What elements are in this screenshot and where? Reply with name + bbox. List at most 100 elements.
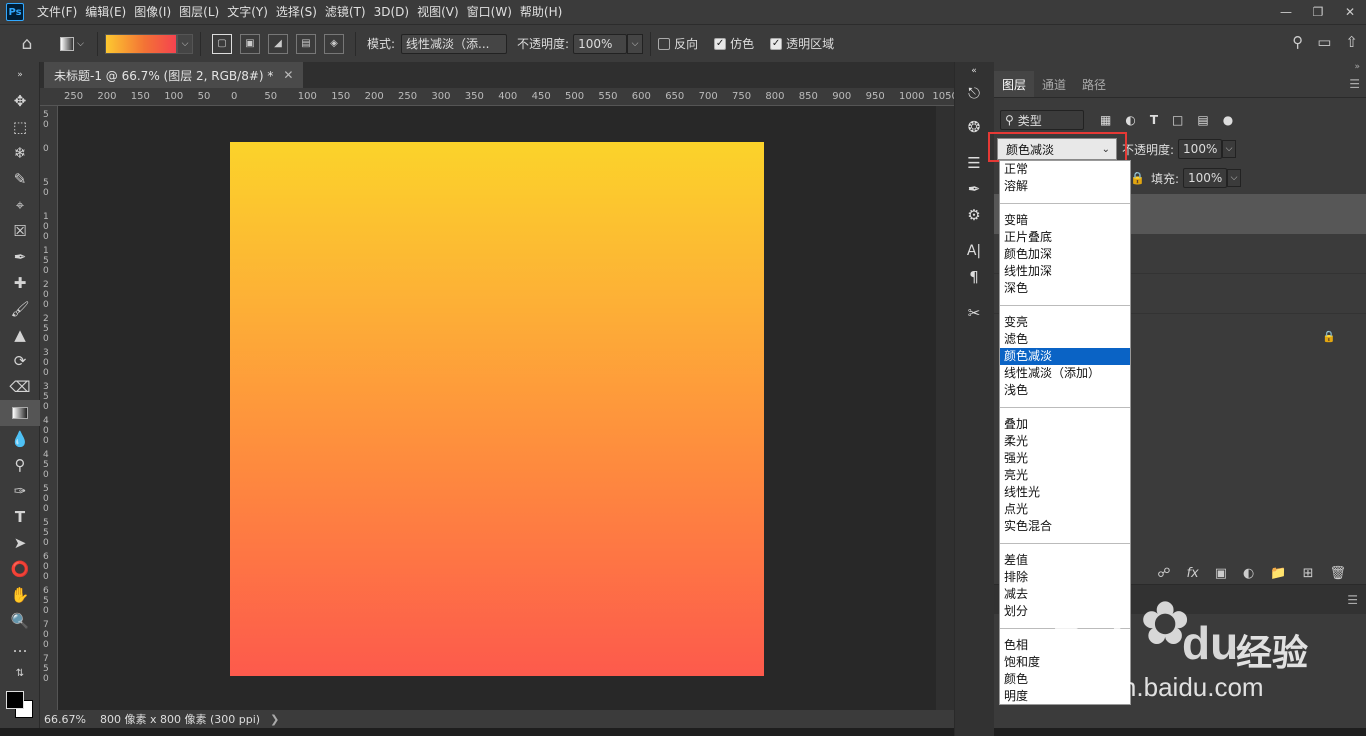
- menu-filter[interactable]: 滤镜(T): [321, 0, 370, 24]
- tool-preset-picker[interactable]: ⌵: [54, 33, 90, 55]
- blend-mode-option[interactable]: 强光: [1000, 450, 1130, 467]
- blend-mode-option[interactable]: 点光: [1000, 501, 1130, 518]
- blend-mode-option[interactable]: 正常: [1000, 161, 1130, 178]
- document-canvas[interactable]: [230, 142, 764, 676]
- lock-icon[interactable]: 🔒: [1130, 171, 1145, 185]
- swap-colors-icon[interactable]: ⇅: [0, 660, 40, 686]
- panel-menu-icon[interactable]: ☰: [1349, 71, 1360, 97]
- menu-view[interactable]: 视图(V): [413, 0, 463, 24]
- workspace-icon[interactable]: ▭: [1317, 33, 1331, 51]
- foreground-color-swatch[interactable]: [6, 691, 24, 709]
- history-brush-tool-icon[interactable]: ⟳: [0, 348, 40, 374]
- history-panel-icon[interactable]: ⎋: [955, 80, 993, 106]
- image-filter-icon[interactable]: ▦: [1100, 113, 1111, 127]
- blend-mode-option[interactable]: 变暗: [1000, 212, 1130, 229]
- transparency-checkbox[interactable]: ✓: [770, 37, 783, 50]
- path-select-tool-icon[interactable]: ➤: [0, 530, 40, 556]
- reflected-gradient-button[interactable]: ▤: [296, 33, 316, 54]
- layer-opacity-dropdown[interactable]: ⌵: [1222, 140, 1237, 158]
- blend-mode-option[interactable]: 线性光: [1000, 484, 1130, 501]
- blend-mode-option[interactable]: 颜色减淡: [1000, 348, 1130, 365]
- quick-select-tool-icon[interactable]: ✎: [0, 166, 40, 192]
- new-layer-icon[interactable]: ⊞: [1303, 566, 1314, 581]
- tab-layers[interactable]: 图层: [994, 71, 1035, 97]
- filter-toggle-icon[interactable]: ●: [1223, 113, 1233, 127]
- home-icon[interactable]: ⌂: [0, 33, 54, 55]
- reverse-checkbox[interactable]: [658, 37, 671, 50]
- healing-brush-tool-icon[interactable]: ✚: [0, 270, 40, 296]
- blend-mode-option[interactable]: 差值: [1000, 552, 1130, 569]
- more-tools-icon[interactable]: …: [0, 634, 40, 660]
- mode-select[interactable]: 线性减淡（添...: [401, 33, 508, 54]
- menu-image[interactable]: 图像(I): [130, 0, 175, 24]
- fx-icon[interactable]: fx: [1186, 566, 1198, 581]
- gradient-dropdown-button[interactable]: ⌵: [177, 33, 193, 54]
- status-chevron-icon[interactable]: ❯: [270, 713, 279, 726]
- blend-mode-option[interactable]: 实色混合: [1000, 518, 1130, 535]
- tools-preset-panel-icon[interactable]: ✂: [955, 300, 993, 326]
- type-tool-icon[interactable]: T: [0, 504, 40, 530]
- tab-paths[interactable]: 路径: [1074, 71, 1114, 97]
- blend-mode-option[interactable]: 浅色: [1000, 382, 1130, 399]
- close-tab-icon[interactable]: ✕: [283, 68, 293, 82]
- gradient-tool-icon[interactable]: [0, 400, 40, 426]
- minimize-icon[interactable]: —: [1270, 0, 1302, 24]
- move-tool-icon[interactable]: ✥: [0, 88, 40, 114]
- share-icon[interactable]: ⇧: [1345, 33, 1358, 51]
- paragraph-panel-icon[interactable]: ¶: [955, 264, 993, 290]
- zoom-tool-icon[interactable]: 🔍: [0, 608, 40, 634]
- menu-file[interactable]: 文件(F): [33, 0, 81, 24]
- blend-mode-option[interactable]: 叠加: [1000, 416, 1130, 433]
- blend-mode-option[interactable]: 线性加深: [1000, 263, 1130, 280]
- blend-mode-option[interactable]: 亮光: [1000, 467, 1130, 484]
- dither-checkbox[interactable]: ✓: [714, 37, 727, 50]
- zoom-level[interactable]: 66.67%: [40, 713, 94, 726]
- blend-mode-option[interactable]: 柔光: [1000, 433, 1130, 450]
- blend-mode-option[interactable]: 颜色加深: [1000, 246, 1130, 263]
- gradient-preview[interactable]: [105, 33, 177, 54]
- blend-mode-option[interactable]: 溶解: [1000, 178, 1130, 195]
- filter-kind-select[interactable]: ⚲ 类型: [1000, 110, 1084, 130]
- frame-tool-icon[interactable]: ☒: [0, 218, 40, 244]
- lasso-tool-icon[interactable]: ❄: [0, 140, 40, 166]
- collapse-panels-icon[interactable]: «: [955, 62, 993, 80]
- blend-mode-option[interactable]: 深色: [1000, 280, 1130, 297]
- menu-edit[interactable]: 编辑(E): [81, 0, 130, 24]
- adjustments-panel-icon[interactable]: ⚙: [955, 202, 993, 228]
- dodge-tool-icon[interactable]: ⚲: [0, 452, 40, 478]
- crop-tool-icon[interactable]: ⌖: [0, 192, 40, 218]
- diamond-gradient-button[interactable]: ◈: [324, 33, 344, 54]
- vertical-scrollbar[interactable]: [936, 106, 954, 710]
- opacity-input[interactable]: 100%: [573, 33, 628, 54]
- character-panel-icon[interactable]: A|: [955, 238, 993, 264]
- menu-type[interactable]: 文字(Y): [223, 0, 272, 24]
- brush-panel-icon[interactable]: ✒: [955, 176, 993, 202]
- shape-filter-icon[interactable]: □: [1172, 113, 1183, 127]
- eraser-tool-icon[interactable]: ⌫: [0, 374, 40, 400]
- pen-tool-icon[interactable]: ✑: [0, 478, 40, 504]
- smart-object-filter-icon[interactable]: ▤: [1197, 113, 1208, 127]
- opacity-dropdown-button[interactable]: ⌵: [627, 33, 644, 54]
- add-mask-icon[interactable]: ▣: [1215, 566, 1227, 581]
- linear-gradient-button[interactable]: ▢: [212, 33, 232, 54]
- angle-gradient-button[interactable]: ◢: [268, 33, 288, 54]
- close-icon[interactable]: ✕: [1334, 0, 1366, 24]
- ellipse-tool-icon[interactable]: ⭕: [0, 556, 40, 582]
- stamp-tool-icon[interactable]: ▲: [0, 322, 40, 348]
- radial-gradient-button[interactable]: ▣: [240, 33, 260, 54]
- layer-fill-dropdown[interactable]: ⌵: [1227, 169, 1241, 187]
- link-layers-icon[interactable]: ☍: [1157, 566, 1170, 581]
- menu-select[interactable]: 选择(S): [272, 0, 321, 24]
- document-tab[interactable]: 未标题-1 @ 66.7% (图层 2, RGB/8#) * ✕: [44, 62, 304, 88]
- menu-3d[interactable]: 3D(D): [370, 0, 413, 24]
- menu-window[interactable]: 窗口(W): [463, 0, 516, 24]
- search-icon[interactable]: ⚲: [1292, 33, 1303, 51]
- blend-mode-option[interactable]: 线性减淡（添加）: [1000, 365, 1130, 382]
- color-swatches[interactable]: [0, 686, 40, 722]
- new-group-icon[interactable]: 📁: [1270, 566, 1286, 581]
- restore-icon[interactable]: ❐: [1302, 0, 1334, 24]
- menu-help[interactable]: 帮助(H): [516, 0, 566, 24]
- eyedropper-tool-icon[interactable]: ✒: [0, 244, 40, 270]
- blend-mode-option[interactable]: 正片叠底: [1000, 229, 1130, 246]
- layer-fill-input[interactable]: 100%: [1183, 168, 1227, 188]
